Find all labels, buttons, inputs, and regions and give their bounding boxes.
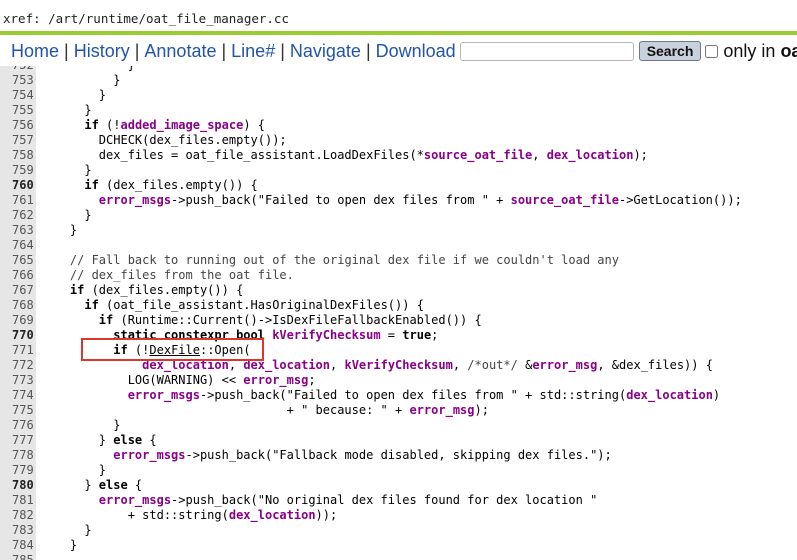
- nav-annotate-link[interactable]: Annotate: [144, 41, 216, 62]
- line-number-link[interactable]: 773: [0, 373, 36, 388]
- nav-download-link[interactable]: Download: [376, 41, 456, 62]
- code-text: error_msgs->push_back("No original dex f…: [98, 493, 598, 507]
- nav-separator: |: [134, 40, 140, 61]
- line-number-link[interactable]: 780: [0, 478, 36, 493]
- line-number-link[interactable]: 776: [0, 418, 36, 433]
- line-number-link[interactable]: 760: [0, 178, 36, 193]
- line-number-link[interactable]: 757: [0, 133, 36, 148]
- highlight-annotation-box: [81, 338, 264, 361]
- nav-history-link[interactable]: History: [74, 41, 130, 62]
- line-number-link[interactable]: 782: [0, 508, 36, 523]
- navigation-bar: Home | History | Annotate | Line# | Navi…: [0, 36, 797, 66]
- search-button[interactable]: Search: [638, 41, 702, 61]
- xref-path: xref: /art/runtime/oat_file_manager.cc: [3, 11, 289, 26]
- code-text: error_msgs->push_back("Failed to open de…: [98, 193, 742, 207]
- only-in-file-label: only in oat: [723, 41, 797, 62]
- code-text: }: [41, 418, 121, 432]
- header-divider: [0, 31, 797, 35]
- line-number-link[interactable]: 754: [0, 88, 36, 103]
- code-text: if (oat_file_assistant.HasOriginalDexFil…: [84, 298, 424, 312]
- line-number-link[interactable]: 784: [0, 538, 36, 553]
- code-text: LOG(WARNING) << error_msg;: [41, 373, 316, 387]
- nav-separator: |: [365, 40, 371, 61]
- line-number-link[interactable]: 772: [0, 358, 36, 373]
- code-text: }: [41, 208, 92, 222]
- code-text: }: [41, 66, 135, 73]
- line-number-link[interactable]: 752: [0, 66, 36, 73]
- search-input[interactable]: [459, 41, 634, 61]
- line-number-link[interactable]: 761: [0, 193, 36, 208]
- code-text: if (dex_files.empty()) {: [84, 178, 258, 192]
- code-text: }: [41, 88, 107, 102]
- line-number-link[interactable]: 777: [0, 433, 36, 448]
- code-text: dex_files = oat_file_assistant.LoadDexFi…: [41, 148, 648, 162]
- code-text: DCHECK(dex_files.empty());: [41, 133, 287, 147]
- code-text: error_msgs->push_back("Failed to open de…: [127, 388, 721, 402]
- line-number-link[interactable]: 775: [0, 403, 36, 418]
- line-number-link[interactable]: 762: [0, 208, 36, 223]
- code-text: if (dex_files.empty()) {: [69, 283, 244, 297]
- only-in-file-checkbox[interactable]: [705, 44, 719, 58]
- line-number-link[interactable]: 769: [0, 313, 36, 328]
- code-text: }: [41, 73, 121, 87]
- source-code-view: 752 } 753 } 754 } 755 } 756 if (!added_image…: [0, 66, 797, 560]
- line-number-link[interactable]: 781: [0, 493, 36, 508]
- code-text: + std::string(dex_location));: [41, 508, 338, 522]
- code-text: if (Runtime::Current()->IsDexFileFallbac…: [98, 313, 482, 327]
- code-text: error_msgs->push_back("Fallback mode dis…: [113, 448, 612, 462]
- code-text: } else {: [41, 433, 157, 447]
- line-number-link[interactable]: 766: [0, 268, 36, 283]
- nav-separator: |: [221, 40, 227, 61]
- line-number-link[interactable]: 778: [0, 448, 36, 463]
- code-text: }: [41, 538, 78, 552]
- line-number-link[interactable]: 753: [0, 73, 36, 88]
- nav-separator: |: [64, 40, 69, 61]
- line-number-link[interactable]: 758: [0, 148, 36, 163]
- line-number-link[interactable]: 764: [0, 238, 36, 253]
- code-text: + " because: " + error_msg);: [41, 403, 489, 417]
- line-number-link[interactable]: 771: [0, 343, 36, 358]
- nav-home-link[interactable]: Home: [11, 41, 59, 62]
- line-number-link[interactable]: 759: [0, 163, 36, 178]
- code-text: // Fall back to running out of the origi…: [69, 253, 619, 267]
- line-number-link[interactable]: 756: [0, 118, 36, 133]
- only-in-file-name: oat: [780, 40, 797, 61]
- line-number-link[interactable]: 770: [0, 328, 36, 343]
- code-text: }: [41, 163, 92, 177]
- code-text: }: [41, 103, 92, 117]
- code-text: // dex_files from the oat file.: [69, 268, 294, 282]
- line-number-link[interactable]: 785: [0, 553, 36, 560]
- nav-separator: |: [280, 40, 285, 61]
- code-text: }: [41, 223, 78, 237]
- code-text: } else {: [41, 478, 143, 492]
- line-number-link[interactable]: 774: [0, 388, 36, 403]
- line-number-link[interactable]: 765: [0, 253, 36, 268]
- line-number-link[interactable]: 767: [0, 283, 36, 298]
- line-number-link[interactable]: 768: [0, 298, 36, 313]
- line-number-link[interactable]: 783: [0, 523, 36, 538]
- line-number-link[interactable]: 779: [0, 463, 36, 478]
- line-number-link[interactable]: 763: [0, 223, 36, 238]
- code-text: if (!added_image_space) {: [84, 118, 266, 132]
- line-number-link[interactable]: 755: [0, 103, 36, 118]
- code-text: }: [41, 463, 107, 477]
- nav-navigate-link[interactable]: Navigate: [290, 41, 361, 62]
- nav-line-number-link[interactable]: Line#: [231, 41, 275, 62]
- code-text: }: [41, 523, 92, 537]
